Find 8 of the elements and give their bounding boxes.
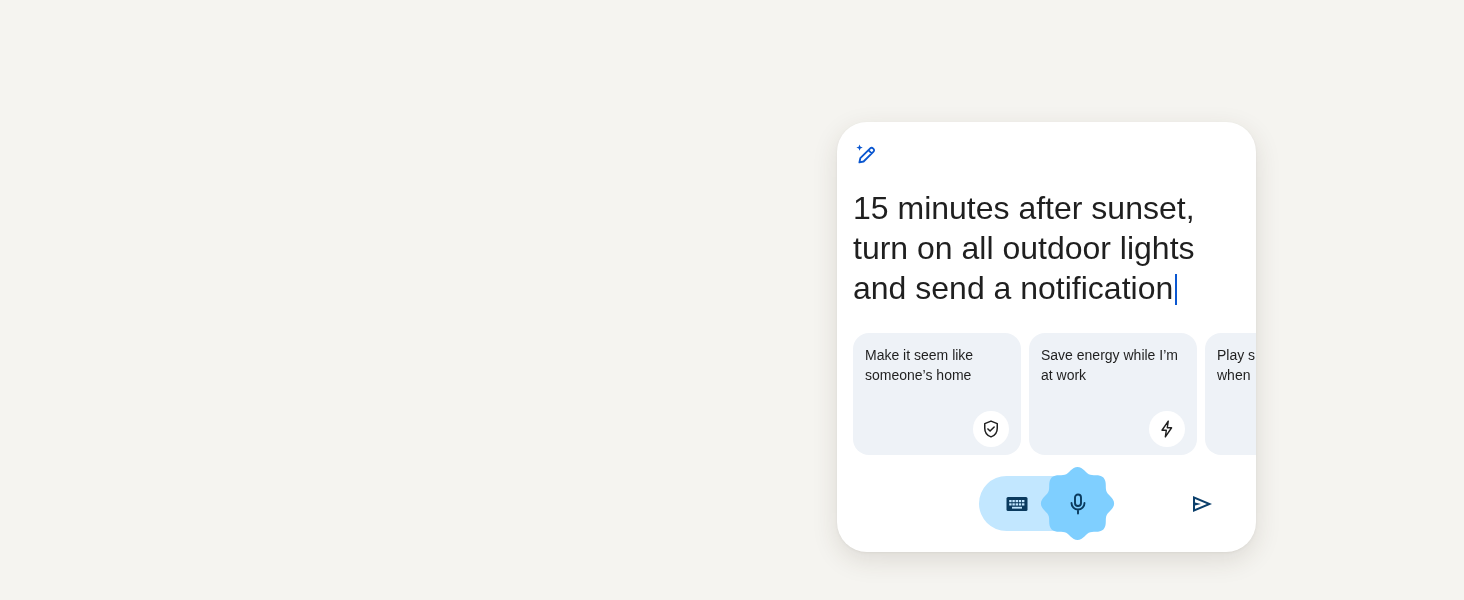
suggestion-card[interactable]: Save energy while I’m at work (1029, 333, 1197, 455)
suggestion-card[interactable]: Play s when (1205, 333, 1256, 455)
lightning-bolt-icon (1149, 411, 1185, 447)
shield-check-icon (973, 411, 1009, 447)
sparkle-pencil-icon (855, 143, 877, 165)
prompt-input[interactable]: 15 minutes after sunset, turn on all outdoor lights and send a notification (853, 188, 1240, 308)
suggestion-card[interactable]: Make it seem like someone’s home (853, 333, 1021, 455)
microphone-button[interactable] (1040, 466, 1115, 541)
